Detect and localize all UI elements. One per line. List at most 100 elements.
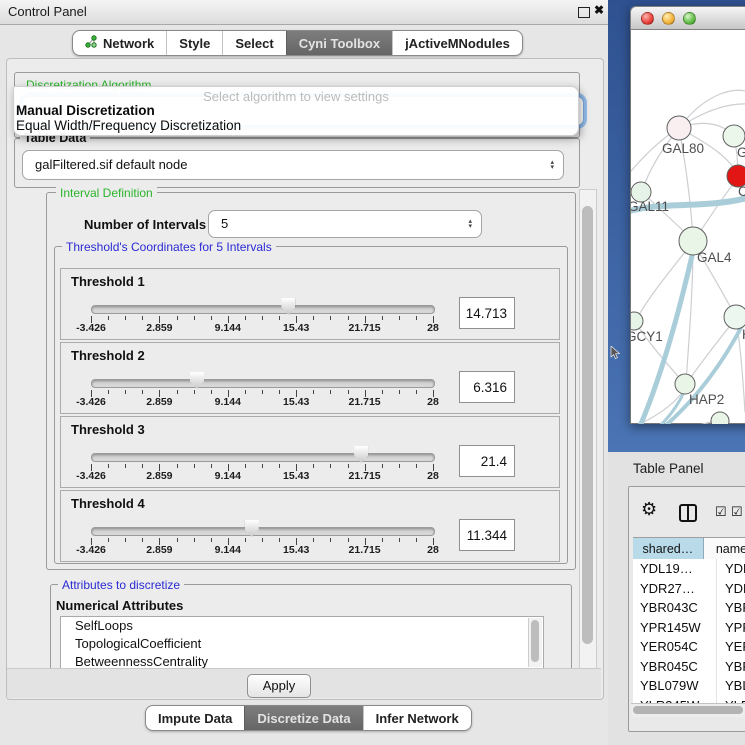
gear-icon[interactable]: ⚙ bbox=[641, 499, 657, 520]
minor-tick bbox=[108, 538, 109, 542]
minor-tick bbox=[211, 316, 212, 320]
minor-tick bbox=[245, 390, 246, 394]
minor-tick bbox=[245, 464, 246, 468]
table-row[interactable]: YDR27…YDR2 bbox=[633, 579, 745, 599]
table-cell: YDL19… bbox=[633, 559, 717, 579]
table-row[interactable]: YBR043CYBR0 bbox=[633, 598, 745, 618]
network-edge-thick[interactable] bbox=[631, 392, 684, 424]
tab-label: Infer Network bbox=[376, 711, 459, 726]
attribute-list-item[interactable]: SelfLoops bbox=[61, 617, 543, 635]
minimize-light-icon[interactable] bbox=[662, 12, 675, 25]
tab-label: Impute Data bbox=[158, 711, 232, 726]
number-of-intervals-label: Number of Intervals bbox=[84, 217, 206, 232]
minor-tick bbox=[399, 316, 400, 320]
tick-label: 9.144 bbox=[215, 544, 241, 556]
panel-vertical-scrollbar[interactable] bbox=[579, 189, 597, 669]
tab-label: Cyni Toolbox bbox=[299, 36, 380, 51]
network-node-label: GAL4 bbox=[697, 250, 732, 265]
tick-label: 9.144 bbox=[215, 470, 241, 482]
threshold-value-field[interactable]: 6.316 bbox=[459, 371, 515, 403]
numerical-attributes-list[interactable]: SelfLoopsTopologicalCoefficientBetweenne… bbox=[60, 616, 544, 670]
list-vertical-scrollbar[interactable] bbox=[528, 618, 542, 667]
column-header-2[interactable]: name bbox=[704, 538, 745, 560]
table-cell: YDR27… bbox=[633, 579, 717, 599]
scrollbar-thumb[interactable] bbox=[633, 706, 743, 714]
table-row[interactable]: YER054CYER0 bbox=[633, 637, 745, 657]
tab-select[interactable]: Select bbox=[222, 31, 285, 55]
table-cell: YPR145W bbox=[633, 618, 717, 638]
close-light-icon[interactable] bbox=[641, 12, 654, 25]
network-node[interactable] bbox=[631, 312, 643, 330]
network-node[interactable] bbox=[667, 116, 691, 140]
table-row[interactable]: YBR045CYBR0 bbox=[633, 657, 745, 677]
minor-tick bbox=[108, 316, 109, 320]
table-horizontal-scrollbar[interactable] bbox=[631, 703, 745, 717]
tab-style[interactable]: Style bbox=[166, 31, 222, 55]
threshold-value-field[interactable]: 11.344 bbox=[459, 519, 515, 551]
float-window-icon[interactable] bbox=[578, 7, 590, 18]
table-data-combobox[interactable]: galFiltered.sif default node ▴▾ bbox=[22, 150, 564, 180]
split-view-icon[interactable] bbox=[679, 504, 697, 522]
minor-tick bbox=[194, 538, 195, 542]
table-row[interactable]: YLR345WYLR3 bbox=[633, 696, 745, 704]
network-canvas[interactable]: GAL80GAGAL11CGAL4GCY1HHAP2 bbox=[630, 30, 745, 424]
tick-label: 2.859 bbox=[146, 322, 172, 334]
tick-label: 15.43 bbox=[283, 322, 309, 334]
tick-label: -3.426 bbox=[76, 544, 106, 556]
threshold-value-field[interactable]: 21.4 bbox=[459, 445, 515, 477]
minor-tick bbox=[211, 538, 212, 542]
tab-impute-data[interactable]: Impute Data bbox=[146, 706, 244, 730]
network-node[interactable] bbox=[724, 305, 745, 329]
minor-tick bbox=[125, 464, 126, 468]
tick-label: -3.426 bbox=[76, 322, 106, 334]
table-row[interactable]: YBL079WYBL0 bbox=[633, 676, 745, 696]
minor-tick bbox=[313, 538, 314, 542]
tab-jactivemnodules[interactable]: jActiveMNodules bbox=[392, 31, 522, 55]
table-row[interactable]: YPR145WYPR1 bbox=[633, 618, 745, 638]
checkbox-icon[interactable]: ☑ bbox=[731, 504, 743, 520]
algorithm-option[interactable]: Manual Discretization bbox=[16, 103, 155, 118]
tick-label: 9.144 bbox=[215, 396, 241, 408]
threshold-value-field[interactable]: 14.713 bbox=[459, 297, 515, 329]
network-window-titlebar[interactable] bbox=[630, 6, 745, 30]
table-row[interactable]: YDL19…YDL1 bbox=[633, 559, 745, 579]
apply-button[interactable]: Apply bbox=[247, 674, 311, 698]
tab-infer-network[interactable]: Infer Network bbox=[363, 706, 471, 730]
checkbox-icon[interactable]: ☑ bbox=[715, 504, 727, 520]
minor-tick bbox=[382, 538, 383, 542]
close-icon[interactable]: ✖ bbox=[594, 3, 604, 17]
column-header-1[interactable]: shared… bbox=[633, 538, 704, 560]
minor-tick bbox=[142, 390, 143, 394]
table-panel-box: ⚙ ☑ ☑ shared…name YDL19…YDL1YDR27…YDR2YB… bbox=[628, 486, 745, 732]
scrollbar-thumb[interactable] bbox=[531, 620, 539, 662]
tick-label: 28 bbox=[427, 396, 439, 408]
algorithm-option[interactable]: Equal Width/Frequency Discretization bbox=[16, 118, 241, 133]
minor-tick bbox=[108, 464, 109, 468]
network-node[interactable] bbox=[723, 125, 745, 147]
slider-track[interactable] bbox=[91, 379, 435, 388]
table-cell: YBL079W bbox=[633, 676, 717, 696]
minor-tick bbox=[382, 390, 383, 394]
slider-track[interactable] bbox=[91, 453, 435, 462]
minor-tick bbox=[313, 464, 314, 468]
minor-tick bbox=[194, 316, 195, 320]
network-node[interactable] bbox=[675, 374, 695, 394]
attribute-list-item[interactable]: TopologicalCoefficient bbox=[61, 635, 543, 653]
minor-tick bbox=[382, 316, 383, 320]
minor-tick bbox=[279, 538, 280, 542]
slider-track[interactable] bbox=[91, 305, 435, 314]
network-node-label: GCY1 bbox=[631, 329, 663, 344]
control-panel-titlebar: Control Panel ✖ bbox=[0, 0, 608, 25]
tick-label: 21.715 bbox=[349, 396, 381, 408]
network-node[interactable] bbox=[711, 412, 729, 424]
tab-discretize-data[interactable]: Discretize Data bbox=[244, 706, 362, 730]
slider-track[interactable] bbox=[91, 527, 435, 536]
table-cell: YBR0 bbox=[717, 598, 745, 618]
scrollbar-thumb[interactable] bbox=[582, 206, 593, 644]
number-of-intervals-combobox[interactable]: 5 ▴▾ bbox=[208, 210, 482, 238]
tab-cyni-toolbox[interactable]: Cyni Toolbox bbox=[286, 31, 392, 55]
tab-network[interactable]: Network bbox=[73, 31, 166, 55]
network-icon bbox=[85, 35, 98, 51]
zoom-light-icon[interactable] bbox=[683, 12, 696, 25]
network-view-window[interactable]: GAL80GAGAL11CGAL4GCY1HHAP2 bbox=[630, 6, 745, 424]
